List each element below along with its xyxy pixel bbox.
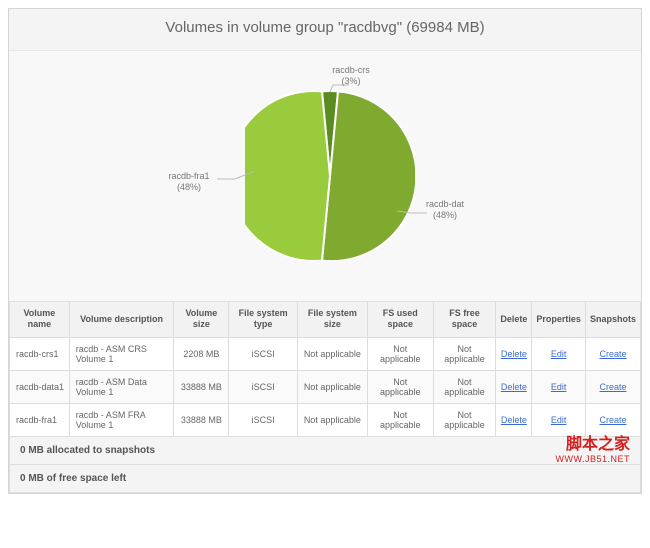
- pie-label-fra: racdb-fra1(48%): [159, 171, 219, 193]
- pie-label-crs: racdb-crs(3%): [321, 65, 381, 87]
- edit-link[interactable]: Edit: [551, 382, 567, 392]
- delete-link[interactable]: Delete: [501, 349, 527, 359]
- cell-fs-used: Not applicable: [367, 337, 433, 370]
- volumes-table: Volume name Volume description Volume si…: [9, 301, 641, 437]
- col-volume-size: Volume size: [174, 302, 229, 338]
- pie-chart-overlay: [245, 91, 415, 261]
- cell-delete: Delete: [496, 370, 532, 403]
- cell-delete: Delete: [496, 403, 532, 436]
- cell-fs-type: iSCSI: [229, 403, 297, 436]
- col-fs-free: FS free space: [433, 302, 496, 338]
- cell-volume-name: racdb-crs1: [10, 337, 70, 370]
- cell-fs-used: Not applicable: [367, 403, 433, 436]
- snapshots-allocated: 0 MB allocated to snapshots: [9, 437, 641, 465]
- cell-volume-description: racdb - ASM CRS Volume 1: [69, 337, 174, 370]
- cell-fs-free: Not applicable: [433, 337, 496, 370]
- cell-fs-type: iSCSI: [229, 337, 297, 370]
- volumes-panel: Volumes in volume group "racdbvg" (69984…: [8, 8, 642, 494]
- delete-link[interactable]: Delete: [501, 382, 527, 392]
- col-fs-type: File system type: [229, 302, 297, 338]
- cell-delete: Delete: [496, 337, 532, 370]
- table-row: racdb-fra1racdb - ASM FRA Volume 133888 …: [10, 403, 641, 436]
- delete-link[interactable]: Delete: [501, 415, 527, 425]
- cell-volume-description: racdb - ASM Data Volume 1: [69, 370, 174, 403]
- col-snapshots: Snapshots: [585, 302, 640, 338]
- cell-volume-size: 2208 MB: [174, 337, 229, 370]
- table-row: racdb-data1racdb - ASM Data Volume 13388…: [10, 370, 641, 403]
- free-space-left: 0 MB of free space left: [9, 465, 641, 493]
- cell-fs-free: Not applicable: [433, 370, 496, 403]
- cell-volume-name: racdb-data1: [10, 370, 70, 403]
- pie-label-dat: racdb-dat(48%): [415, 199, 475, 221]
- cell-properties: Edit: [532, 337, 586, 370]
- cell-snapshots: Create: [585, 370, 640, 403]
- cell-snapshots: Create: [585, 403, 640, 436]
- col-properties: Properties: [532, 302, 586, 338]
- cell-volume-size: 33888 MB: [174, 403, 229, 436]
- col-delete: Delete: [496, 302, 532, 338]
- create-snapshot-link[interactable]: Create: [599, 415, 626, 425]
- cell-fs-free: Not applicable: [433, 403, 496, 436]
- cell-fs-used: Not applicable: [367, 370, 433, 403]
- cell-fs-type: iSCSI: [229, 370, 297, 403]
- col-volume-description: Volume description: [69, 302, 174, 338]
- cell-fs-size: Not applicable: [297, 370, 367, 403]
- cell-properties: Edit: [532, 370, 586, 403]
- create-snapshot-link[interactable]: Create: [599, 349, 626, 359]
- col-fs-used: FS used space: [367, 302, 433, 338]
- cell-volume-description: racdb - ASM FRA Volume 1: [69, 403, 174, 436]
- table-header-row: Volume name Volume description Volume si…: [10, 302, 641, 338]
- col-fs-size: File system size: [297, 302, 367, 338]
- cell-properties: Edit: [532, 403, 586, 436]
- table-row: racdb-crs1racdb - ASM CRS Volume 12208 M…: [10, 337, 641, 370]
- cell-fs-size: Not applicable: [297, 403, 367, 436]
- cell-volume-size: 33888 MB: [174, 370, 229, 403]
- cell-snapshots: Create: [585, 337, 640, 370]
- edit-link[interactable]: Edit: [551, 349, 567, 359]
- cell-fs-size: Not applicable: [297, 337, 367, 370]
- edit-link[interactable]: Edit: [551, 415, 567, 425]
- col-volume-name: Volume name: [10, 302, 70, 338]
- panel-title: Volumes in volume group "racdbvg" (69984…: [9, 9, 641, 51]
- pie-chart-area: racdb-crs(3%) racdb-dat(48%) racdb-fra1(…: [9, 51, 641, 301]
- create-snapshot-link[interactable]: Create: [599, 382, 626, 392]
- cell-volume-name: racdb-fra1: [10, 403, 70, 436]
